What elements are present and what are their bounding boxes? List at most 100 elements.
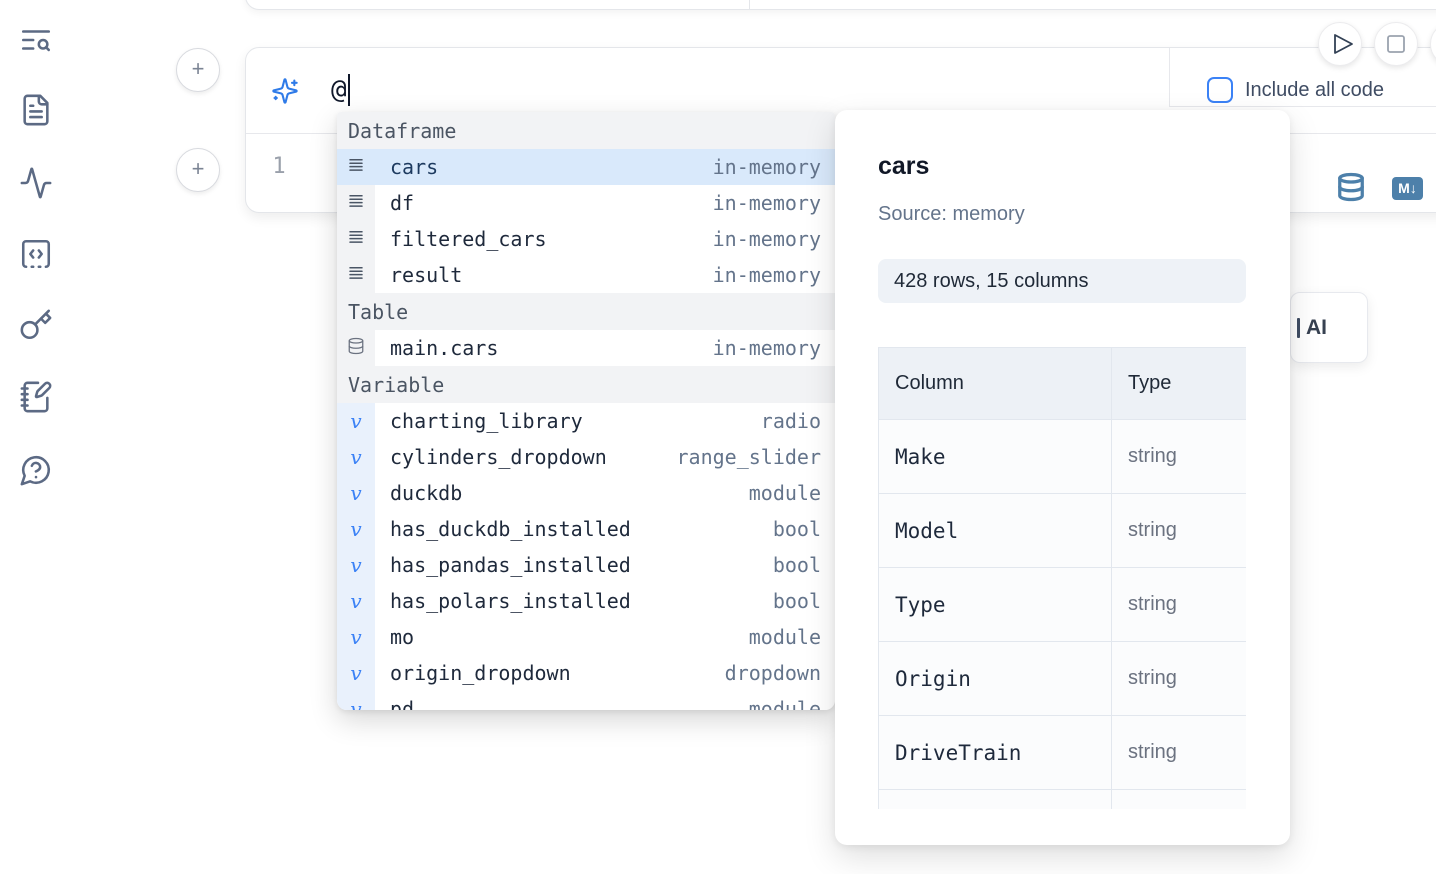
preview-source: Source: memory (878, 203, 1025, 226)
help-circle-icon[interactable] (19, 453, 53, 487)
variable-icon: v (337, 511, 375, 547)
variable-icon: v (337, 403, 375, 439)
dataframe-icon (337, 185, 375, 221)
schema-row (879, 790, 1247, 810)
completion-item-body: pdmodule (375, 691, 835, 710)
completion-item[interactable]: main.carsin-memory (337, 330, 835, 366)
schema-column-name: Type (879, 568, 1112, 642)
variable-icon: v (337, 583, 375, 619)
completion-item-type: in-memory (695, 191, 821, 215)
completion-item-type: in-memory (695, 263, 821, 287)
database-icon (337, 330, 375, 366)
schema-table: ColumnType MakestringModelstringTypestri… (878, 347, 1246, 809)
schema-header-cell: Column (879, 348, 1112, 420)
datasource-icon[interactable] (1336, 170, 1366, 204)
database-glyph (347, 336, 365, 361)
schema-column-name: Model (879, 494, 1112, 568)
completion-item-name: charting_library (390, 409, 583, 433)
completion-item-body: main.carsin-memory (375, 330, 835, 366)
dataframe-icon (337, 221, 375, 257)
completion-item-type: module (731, 481, 821, 505)
completion-item-body: has_duckdb_installedbool (375, 511, 835, 547)
schema-column-name: Make (879, 420, 1112, 494)
completion-item-name: cylinders_dropdown (390, 445, 607, 469)
completion-item-body: momodule (375, 619, 835, 655)
completion-item[interactable]: v has_duckdb_installedbool (337, 511, 835, 547)
ai-action-card[interactable]: AI (1290, 292, 1368, 363)
variable-icon: v (337, 475, 375, 511)
completion-item[interactable]: vhas_polars_installedbool (337, 583, 835, 619)
completion-item[interactable]: filtered_carsin-memory (337, 221, 835, 257)
variable-icon-glyph: v (350, 697, 361, 710)
completion-item-type: in-memory (695, 227, 821, 251)
schema-header-cell: Type (1112, 348, 1247, 420)
completion-item-body: carsin-memory (375, 149, 835, 185)
variable-icon: v (337, 619, 375, 655)
schema-column-type (1112, 790, 1247, 810)
completion-item[interactable]: vduckdbmodule (337, 475, 835, 511)
completion-item[interactable]: vorigin_dropdowndropdown (337, 655, 835, 691)
code-square-icon[interactable] (19, 237, 53, 271)
line-number: 1 (264, 154, 294, 179)
markdown-icon[interactable]: M↓ (1392, 177, 1423, 200)
sparkles-icon (271, 77, 299, 105)
completion-item-body: result in-memory (375, 257, 835, 293)
key-icon[interactable] (19, 308, 53, 342)
schema-column-type: string (1112, 642, 1247, 716)
text-search-icon[interactable] (19, 23, 53, 57)
include-all-code-option[interactable]: Include all code (1207, 77, 1384, 103)
completion-section-header: Dataframe (337, 112, 835, 149)
completion-item-body: charting_library radio (375, 403, 835, 439)
variable-icon-glyph: v (350, 589, 361, 613)
stop-button[interactable] (1374, 22, 1418, 66)
run-cell-button[interactable] (1318, 22, 1362, 66)
add-cell-button-top[interactable]: + (176, 48, 220, 92)
completion-item-type: radio (743, 409, 821, 433)
schema-row: Originstring (879, 642, 1247, 716)
completion-item[interactable]: carsin-memory (337, 149, 835, 185)
dataframe-icon (337, 149, 375, 185)
variable-icon: v (337, 439, 375, 475)
schema-row: Typestring (879, 568, 1247, 642)
prompt-text: @ (331, 75, 347, 105)
completion-item-body: origin_dropdowndropdown (375, 655, 835, 691)
completion-item[interactable]: result in-memory (337, 257, 835, 293)
completion-item-body: duckdbmodule (375, 475, 835, 511)
completion-item-name: origin_dropdown (390, 661, 571, 685)
divider (1169, 106, 1436, 107)
completion-item[interactable]: v pdmodule (337, 691, 835, 710)
schema-row: Modelstring (879, 494, 1247, 568)
completion-item-type: range_slider (659, 445, 822, 469)
dataframe-preview-panel: cars Source: memory 428 rows, 15 columns… (835, 110, 1290, 845)
schema-table-wrap: ColumnType MakestringModelstringTypestri… (878, 347, 1246, 809)
variable-icon-glyph: v (350, 517, 361, 541)
ai-card-label: AI (1306, 316, 1327, 340)
include-all-code-checkbox[interactable] (1207, 77, 1233, 103)
preview-title: cars (878, 152, 929, 181)
completion-item[interactable]: vmomodule (337, 619, 835, 655)
completion-item[interactable]: v cylinders_dropdown range_slider (337, 439, 835, 475)
activity-icon[interactable] (19, 166, 53, 200)
completion-section-header: Variable (337, 366, 835, 403)
schema-column-name: DriveTrain (879, 716, 1112, 790)
add-cell-button-bottom[interactable]: + (176, 148, 220, 192)
variable-icon: v (337, 547, 375, 583)
ai-prompt-input[interactable]: @ (331, 74, 350, 106)
previous-cell-edge (245, 0, 1436, 10)
variable-icon: v (337, 691, 375, 710)
completion-item[interactable]: vhas_pandas_installedbool (337, 547, 835, 583)
file-text-icon[interactable] (19, 93, 53, 127)
completion-item-name: pd (390, 697, 414, 710)
completion-item-name: has_polars_installed (390, 589, 631, 613)
dataframe-glyph (347, 192, 365, 215)
dataframe-glyph (347, 156, 365, 179)
completion-item-name: df (390, 191, 414, 215)
include-all-code-label: Include all code (1245, 79, 1384, 102)
completion-item-type: in-memory (695, 155, 821, 179)
completion-item[interactable]: df in-memory (337, 185, 835, 221)
completion-item-name: result (390, 263, 462, 287)
variable-icon: v (337, 655, 375, 691)
completion-item[interactable]: v charting_library radio (337, 403, 835, 439)
notebook-pen-icon[interactable] (19, 380, 53, 414)
completion-dropdown: Dataframecarsin-memorydfin-memoryfiltere… (337, 112, 835, 710)
